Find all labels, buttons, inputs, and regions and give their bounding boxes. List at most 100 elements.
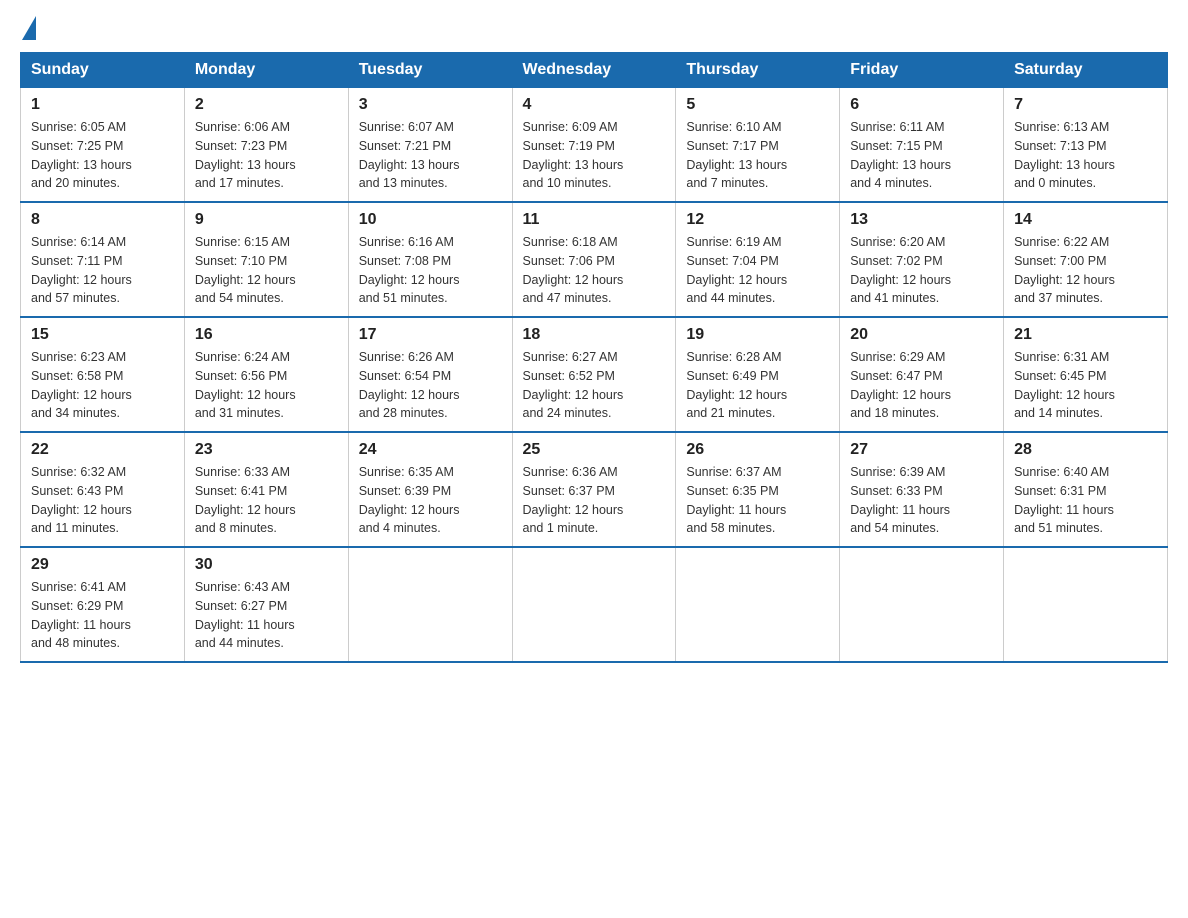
- day-info: Sunrise: 6:13 AMSunset: 7:13 PMDaylight:…: [1014, 118, 1157, 193]
- day-number: 9: [195, 211, 338, 229]
- day-cell: 18 Sunrise: 6:27 AMSunset: 6:52 PMDayligh…: [512, 317, 676, 432]
- day-info: Sunrise: 6:37 AMSunset: 6:35 PMDaylight:…: [686, 463, 829, 538]
- calendar-header-row: SundayMondayTuesdayWednesdayThursdayFrid…: [21, 53, 1168, 88]
- day-info: Sunrise: 6:32 AMSunset: 6:43 PMDaylight:…: [31, 463, 174, 538]
- day-number: 24: [359, 441, 502, 459]
- day-cell: 26 Sunrise: 6:37 AMSunset: 6:35 PMDayligh…: [676, 432, 840, 547]
- day-number: 8: [31, 211, 174, 229]
- header-wednesday: Wednesday: [512, 53, 676, 88]
- day-info: Sunrise: 6:31 AMSunset: 6:45 PMDaylight:…: [1014, 348, 1157, 423]
- day-cell: 22 Sunrise: 6:32 AMSunset: 6:43 PMDayligh…: [21, 432, 185, 547]
- logo: [20, 20, 36, 36]
- day-number: 17: [359, 326, 502, 344]
- day-number: 29: [31, 556, 174, 574]
- day-info: Sunrise: 6:24 AMSunset: 6:56 PMDaylight:…: [195, 348, 338, 423]
- day-number: 16: [195, 326, 338, 344]
- day-cell: 17Sunrise: 6:26 AMSunset: 6:54 PMDayligh…: [348, 317, 512, 432]
- week-row-3: 15 Sunrise: 6:23 AMSunset: 6:58 PMDayligh…: [21, 317, 1168, 432]
- day-cell: 25 Sunrise: 6:36 AMSunset: 6:37 PMDayligh…: [512, 432, 676, 547]
- day-cell: 8Sunrise: 6:14 AMSunset: 7:11 PMDaylight…: [21, 202, 185, 317]
- day-info: Sunrise: 6:10 AMSunset: 7:17 PMDaylight:…: [686, 118, 829, 193]
- day-number: 18: [523, 326, 666, 344]
- header-friday: Friday: [840, 53, 1004, 88]
- day-number: 27: [850, 441, 993, 459]
- day-number: 2: [195, 96, 338, 114]
- day-cell: 28 Sunrise: 6:40 AMSunset: 6:31 PMDayligh…: [1004, 432, 1168, 547]
- day-info: Sunrise: 6:19 AMSunset: 7:04 PMDaylight:…: [686, 233, 829, 308]
- day-info: Sunrise: 6:41 AMSunset: 6:29 PMDaylight:…: [31, 578, 174, 653]
- day-cell: 15 Sunrise: 6:23 AMSunset: 6:58 PMDayligh…: [21, 317, 185, 432]
- day-cell: 30Sunrise: 6:43 AMSunset: 6:27 PMDayligh…: [184, 547, 348, 662]
- day-cell: 21 Sunrise: 6:31 AMSunset: 6:45 PMDayligh…: [1004, 317, 1168, 432]
- day-info: Sunrise: 6:05 AMSunset: 7:25 PMDaylight:…: [31, 118, 174, 193]
- day-cell: [1004, 547, 1168, 662]
- day-info: Sunrise: 6:18 AMSunset: 7:06 PMDaylight:…: [523, 233, 666, 308]
- header-tuesday: Tuesday: [348, 53, 512, 88]
- day-cell: 24 Sunrise: 6:35 AMSunset: 6:39 PMDayligh…: [348, 432, 512, 547]
- day-cell: 23 Sunrise: 6:33 AMSunset: 6:41 PMDayligh…: [184, 432, 348, 547]
- week-row-4: 22 Sunrise: 6:32 AMSunset: 6:43 PMDayligh…: [21, 432, 1168, 547]
- day-info: Sunrise: 6:06 AMSunset: 7:23 PMDaylight:…: [195, 118, 338, 193]
- header-monday: Monday: [184, 53, 348, 88]
- day-info: Sunrise: 6:27 AMSunset: 6:52 PMDaylight:…: [523, 348, 666, 423]
- day-number: 4: [523, 96, 666, 114]
- week-row-5: 29 Sunrise: 6:41 AMSunset: 6:29 PMDayligh…: [21, 547, 1168, 662]
- day-cell: 13Sunrise: 6:20 AMSunset: 7:02 PMDayligh…: [840, 202, 1004, 317]
- day-number: 20: [850, 326, 993, 344]
- day-number: 19: [686, 326, 829, 344]
- day-info: Sunrise: 6:11 AMSunset: 7:15 PMDaylight:…: [850, 118, 993, 193]
- day-number: 21: [1014, 326, 1157, 344]
- day-cell: 27Sunrise: 6:39 AMSunset: 6:33 PMDayligh…: [840, 432, 1004, 547]
- header-thursday: Thursday: [676, 53, 840, 88]
- day-number: 5: [686, 96, 829, 114]
- day-cell: 7 Sunrise: 6:13 AMSunset: 7:13 PMDaylight…: [1004, 88, 1168, 203]
- day-cell: [348, 547, 512, 662]
- day-number: 25: [523, 441, 666, 459]
- day-cell: 16 Sunrise: 6:24 AMSunset: 6:56 PMDayligh…: [184, 317, 348, 432]
- day-cell: [512, 547, 676, 662]
- day-number: 6: [850, 96, 993, 114]
- day-info: Sunrise: 6:23 AMSunset: 6:58 PMDaylight:…: [31, 348, 174, 423]
- page-header: [20, 20, 1168, 36]
- day-number: 22: [31, 441, 174, 459]
- day-cell: 11 Sunrise: 6:18 AMSunset: 7:06 PMDayligh…: [512, 202, 676, 317]
- day-cell: 6 Sunrise: 6:11 AMSunset: 7:15 PMDaylight…: [840, 88, 1004, 203]
- day-number: 10: [359, 211, 502, 229]
- day-cell: 5 Sunrise: 6:10 AMSunset: 7:17 PMDaylight…: [676, 88, 840, 203]
- header-sunday: Sunday: [21, 53, 185, 88]
- day-cell: 14Sunrise: 6:22 AMSunset: 7:00 PMDayligh…: [1004, 202, 1168, 317]
- day-info: Sunrise: 6:28 AMSunset: 6:49 PMDaylight:…: [686, 348, 829, 423]
- day-cell: 20 Sunrise: 6:29 AMSunset: 6:47 PMDayligh…: [840, 317, 1004, 432]
- day-number: 3: [359, 96, 502, 114]
- day-info: Sunrise: 6:29 AMSunset: 6:47 PMDaylight:…: [850, 348, 993, 423]
- day-cell: 3 Sunrise: 6:07 AMSunset: 7:21 PMDaylight…: [348, 88, 512, 203]
- day-cell: 4Sunrise: 6:09 AMSunset: 7:19 PMDaylight…: [512, 88, 676, 203]
- day-info: Sunrise: 6:22 AMSunset: 7:00 PMDaylight:…: [1014, 233, 1157, 308]
- day-info: Sunrise: 6:15 AMSunset: 7:10 PMDaylight:…: [195, 233, 338, 308]
- day-info: Sunrise: 6:40 AMSunset: 6:31 PMDaylight:…: [1014, 463, 1157, 538]
- day-number: 7: [1014, 96, 1157, 114]
- day-info: Sunrise: 6:16 AMSunset: 7:08 PMDaylight:…: [359, 233, 502, 308]
- day-number: 12: [686, 211, 829, 229]
- day-number: 11: [523, 211, 666, 229]
- day-cell: 2 Sunrise: 6:06 AMSunset: 7:23 PMDaylight…: [184, 88, 348, 203]
- week-row-2: 8Sunrise: 6:14 AMSunset: 7:11 PMDaylight…: [21, 202, 1168, 317]
- day-number: 23: [195, 441, 338, 459]
- day-cell: 1 Sunrise: 6:05 AMSunset: 7:25 PMDaylight…: [21, 88, 185, 203]
- day-cell: 29 Sunrise: 6:41 AMSunset: 6:29 PMDayligh…: [21, 547, 185, 662]
- day-cell: 9 Sunrise: 6:15 AMSunset: 7:10 PMDaylight…: [184, 202, 348, 317]
- day-info: Sunrise: 6:07 AMSunset: 7:21 PMDaylight:…: [359, 118, 502, 193]
- day-info: Sunrise: 6:33 AMSunset: 6:41 PMDaylight:…: [195, 463, 338, 538]
- day-cell: 12 Sunrise: 6:19 AMSunset: 7:04 PMDayligh…: [676, 202, 840, 317]
- day-info: Sunrise: 6:36 AMSunset: 6:37 PMDaylight:…: [523, 463, 666, 538]
- day-number: 28: [1014, 441, 1157, 459]
- day-number: 26: [686, 441, 829, 459]
- day-cell: [676, 547, 840, 662]
- day-number: 1: [31, 96, 174, 114]
- day-info: Sunrise: 6:20 AMSunset: 7:02 PMDaylight:…: [850, 233, 993, 308]
- day-info: Sunrise: 6:35 AMSunset: 6:39 PMDaylight:…: [359, 463, 502, 538]
- day-number: 15: [31, 326, 174, 344]
- calendar-table: SundayMondayTuesdayWednesdayThursdayFrid…: [20, 52, 1168, 663]
- day-info: Sunrise: 6:43 AMSunset: 6:27 PMDaylight:…: [195, 578, 338, 653]
- logo-triangle-icon: [22, 16, 36, 40]
